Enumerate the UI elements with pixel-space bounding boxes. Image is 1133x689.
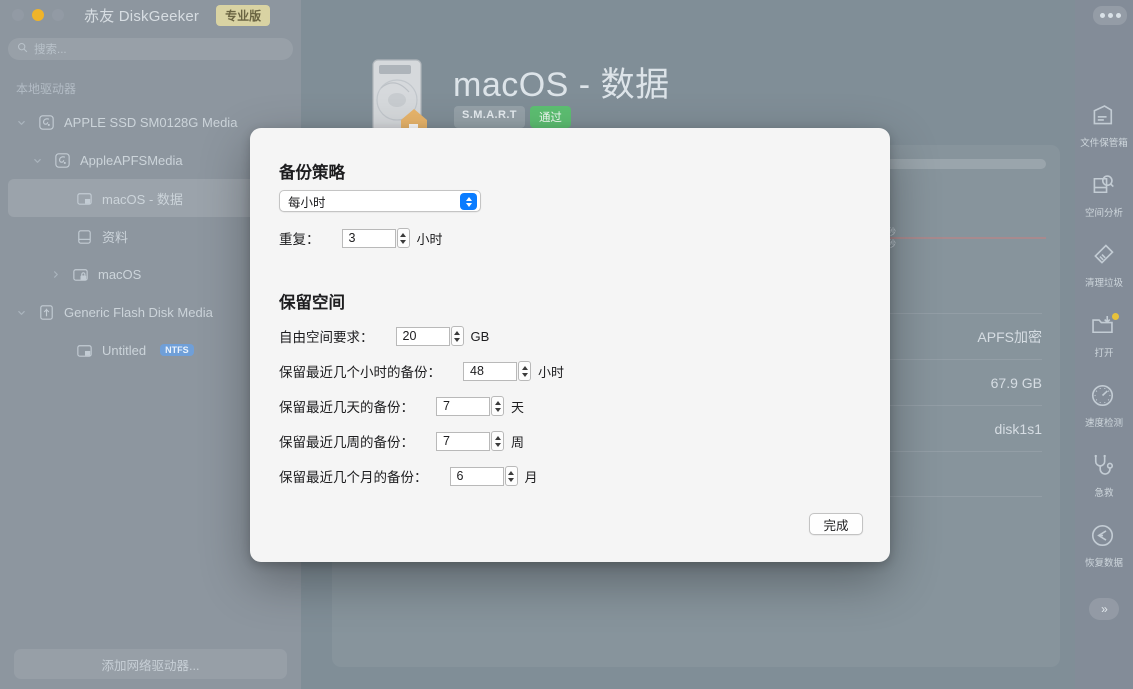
chevron-right-icon[interactable] (48, 270, 62, 279)
space-row-1: 自由空间要求： 20 GB (279, 326, 489, 346)
clean-junk-icon (1089, 242, 1119, 272)
filesystem-badge: NTFS (160, 344, 194, 356)
page-title: macOS - 数据 (453, 66, 670, 104)
add-network-drive-button[interactable]: 添加网络驱动器... (14, 649, 287, 679)
sidebar-item-label: APPLE SSD SM0128G Media (64, 114, 238, 130)
space-row-3: 保留最近几天的备份： 7 天 (279, 396, 524, 416)
space-row-label: 保留最近几个月的备份： (279, 470, 428, 485)
frequency-select[interactable]: 每小时 (279, 190, 481, 212)
recover-data-icon (1089, 522, 1119, 552)
usb-icon (35, 303, 57, 322)
repeat-row: 重复： 3 小时 (279, 228, 443, 248)
titlebar: 赤友 DiskGeeker 专业版 (0, 0, 301, 30)
volume-icon (73, 341, 95, 360)
smart-label: S.M.A.R.T (454, 106, 525, 128)
repeat-label: 重复： (279, 232, 320, 247)
rail-item-label: 打开 (1094, 347, 1114, 359)
disk-icon (35, 113, 57, 132)
rail-item-label: 清理垃圾 (1084, 277, 1123, 289)
space-row-input[interactable]: 6 (449, 466, 504, 486)
rail-item-6[interactable]: 急救 (1075, 446, 1133, 504)
space-row-input[interactable]: 7 (436, 396, 490, 416)
sidebar-item-label: macOS - 数据 (102, 191, 183, 207)
space-row-input[interactable]: 20 (395, 326, 450, 346)
disk-icon (51, 151, 73, 170)
repeat-unit: 小时 (416, 231, 443, 247)
space-row-stepper[interactable] (491, 396, 504, 416)
rail-item-5[interactable]: 速度检测 (1075, 376, 1133, 434)
search-icon (17, 40, 28, 58)
space-row-4: 保留最近几周的备份： 7 周 (279, 431, 524, 451)
minimize-button[interactable] (32, 9, 44, 21)
space-row-stepper[interactable] (518, 361, 531, 381)
backup-settings-dialog: 备份策略 每小时 重复： 3 小时 保留空间 自由空间要求： 20 GB 保留最近几个… (250, 128, 890, 562)
space-row-unit: 月 (524, 469, 538, 485)
space-row-unit: 小时 (538, 364, 565, 380)
open-folder-icon (1089, 312, 1119, 342)
space-row-label: 保留最近几个小时的备份： (279, 365, 441, 380)
space-row-unit: 周 (511, 434, 525, 450)
space-heading: 保留空间 (279, 294, 345, 312)
chevron-down-icon[interactable] (14, 118, 28, 127)
search-input[interactable]: 搜索... (8, 38, 293, 60)
close-button[interactable] (12, 9, 24, 21)
popup-arrows-icon (460, 193, 477, 210)
status-badge: 通过 (529, 106, 571, 128)
folder-vol-icon (73, 227, 95, 246)
space-row-label: 自由空间要求： (279, 330, 374, 345)
notification-dot (1112, 312, 1119, 320)
space-row-2: 保留最近几个小时的备份： 48 小时 (279, 361, 564, 381)
space-row-stepper[interactable] (450, 326, 464, 346)
space-row-stepper[interactable] (504, 466, 518, 486)
sidebar-item-label: macOS (98, 266, 142, 282)
sidebar-item-label: Generic Flash Disk Media (64, 304, 213, 320)
speed-test-icon (1089, 382, 1119, 412)
frequency-value: 每小时 (288, 195, 326, 210)
file-vault-icon (1089, 102, 1119, 132)
first-aid-icon (1089, 452, 1119, 482)
rail-item-3[interactable]: 清理垃圾 (1075, 236, 1133, 294)
space-row-unit: 天 (511, 399, 525, 415)
rail-item-label: 急救 (1094, 487, 1114, 499)
rail-item-label: 速度检测 (1084, 417, 1123, 429)
volume-icon (73, 189, 95, 208)
search-placeholder: 搜索... (34, 44, 67, 56)
rail-expand-button[interactable]: » (1089, 598, 1119, 620)
done-button[interactable]: 完成 (809, 513, 863, 535)
app-title: 赤友 DiskGeeker (84, 7, 200, 25)
rail-item-label: 文件保管箱 (1080, 137, 1128, 149)
volume-header: macOS - 数据 S.M.A.R.T 通过 (301, 0, 1075, 135)
smart-status: S.M.A.R.T 通过 (454, 106, 571, 128)
tool-rail: 文件保管箱空间分析清理垃圾打开速度检测急救恢复数据 » (1075, 0, 1133, 689)
overflow-menu-icon[interactable] (1093, 6, 1127, 25)
rail-item-1[interactable]: 文件保管箱 (1075, 96, 1133, 154)
space-analyze-icon (1089, 172, 1119, 202)
sidebar-section-label: 本地驱动器 (16, 82, 77, 96)
chevron-down-icon[interactable] (14, 308, 28, 317)
strategy-heading: 备份策略 (279, 164, 345, 182)
sidebar-item-label: AppleAPFSMedia (80, 152, 183, 168)
chevron-down-icon[interactable] (30, 156, 44, 165)
space-row-label: 保留最近几周的备份： (279, 435, 414, 450)
space-row-input[interactable]: 7 (436, 431, 490, 451)
rail-item-2[interactable]: 空间分析 (1075, 166, 1133, 224)
pro-badge: 专业版 (216, 4, 271, 26)
space-row-label: 保留最近几天的备份： (279, 400, 414, 415)
space-row-input[interactable]: 48 (463, 361, 517, 381)
repeat-stepper[interactable] (396, 228, 410, 248)
sidebar-item-label: 资料 (102, 229, 129, 245)
rail-item-7[interactable]: 恢复数据 (1075, 516, 1133, 574)
maximize-button[interactable] (52, 9, 64, 21)
repeat-input[interactable]: 3 (341, 228, 396, 248)
sidebar-item-label: Untitled (102, 342, 147, 358)
locked-volume-icon (69, 265, 91, 284)
space-row-unit: GB (470, 328, 490, 344)
rail-item-label: 空间分析 (1084, 207, 1123, 219)
rail-item-label: 恢复数据 (1084, 557, 1123, 569)
rail-item-4[interactable]: 打开 (1075, 306, 1133, 364)
space-row-5: 保留最近几个月的备份： 6 月 (279, 466, 538, 486)
hard-drive-icon (372, 59, 427, 134)
space-row-stepper[interactable] (491, 431, 504, 451)
